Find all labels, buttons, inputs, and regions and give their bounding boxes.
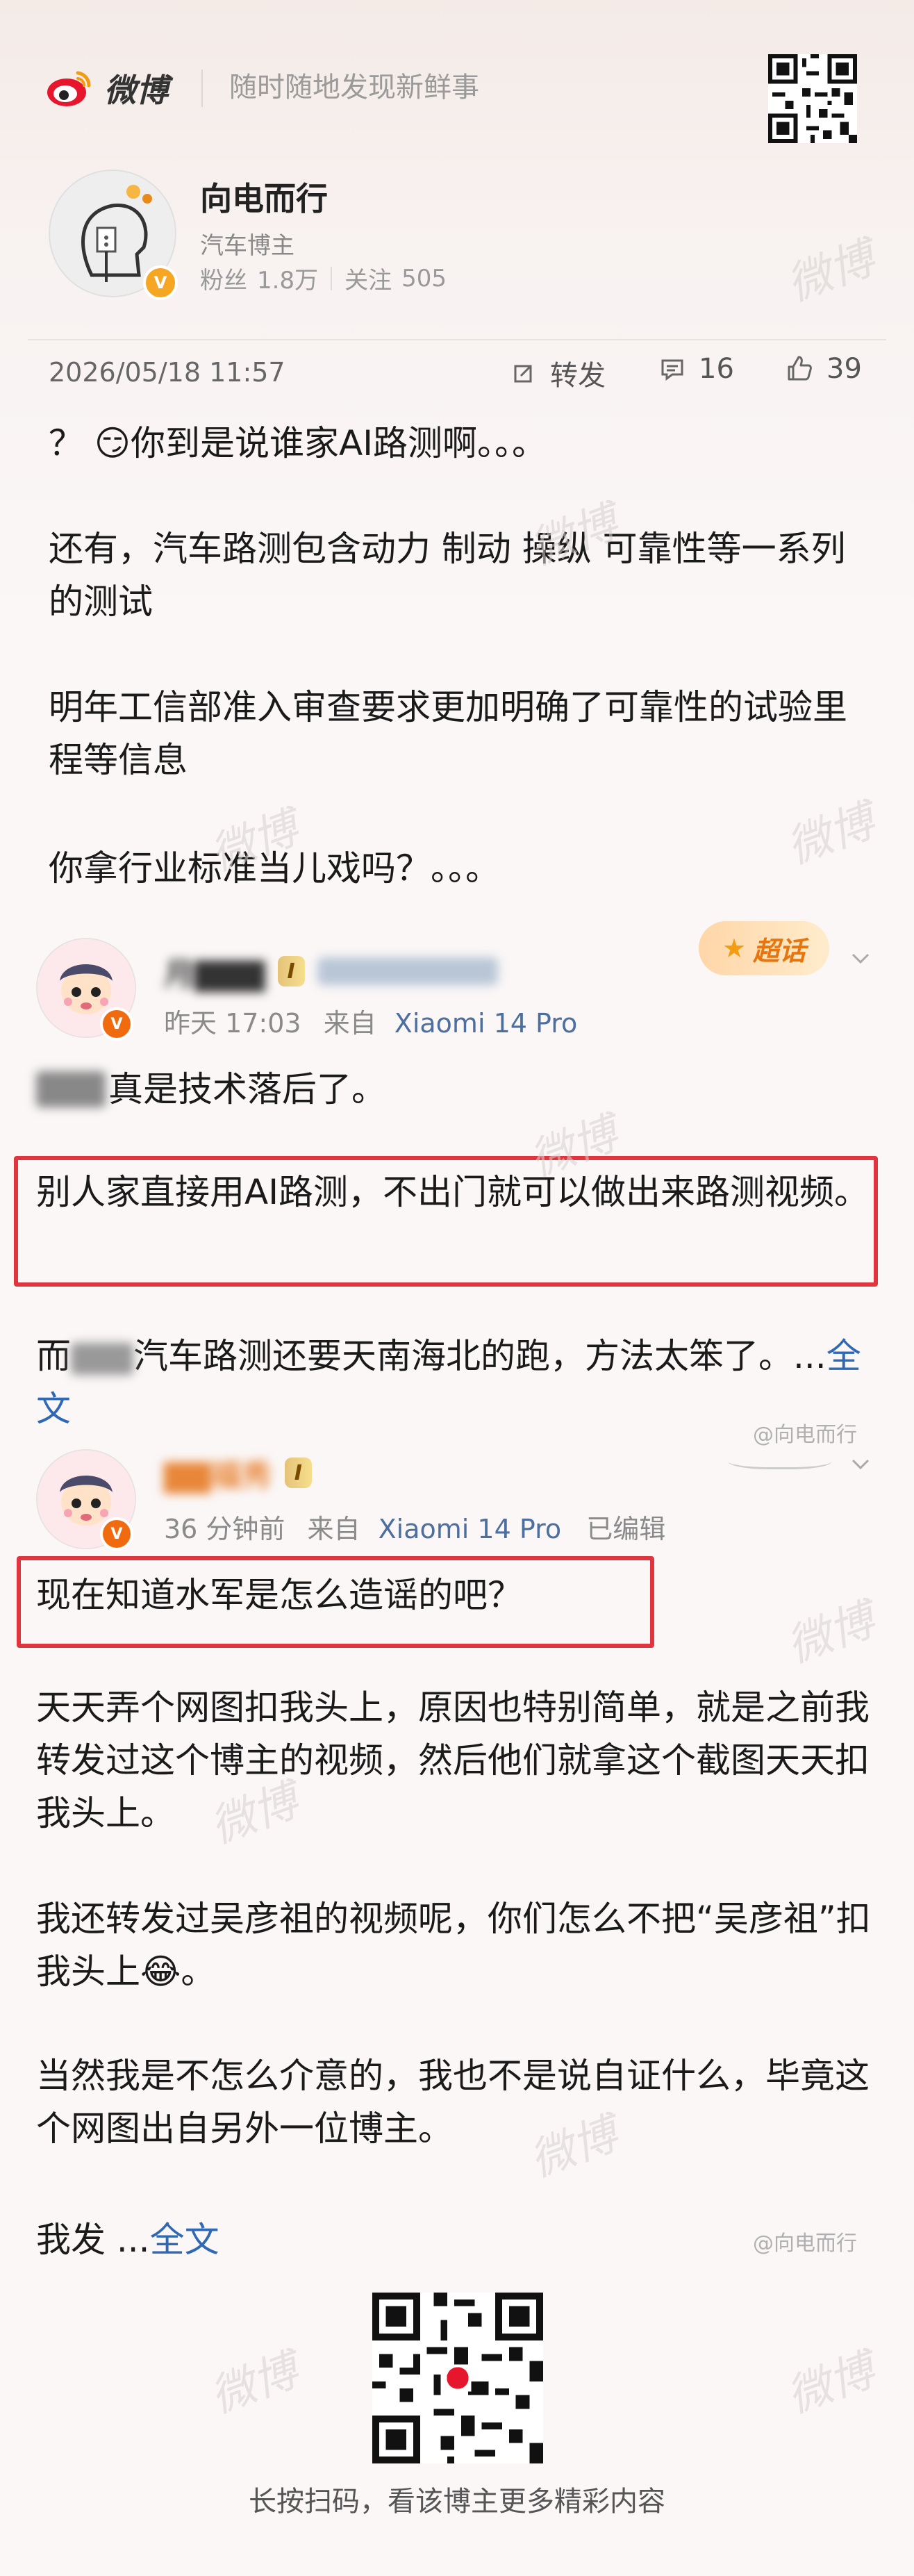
brand-name: 微博 [104,72,168,109]
weibo-watermark: 微博 [203,2344,305,2424]
post-paragraph-3: 明年工信部准入审查要求更加明确了可靠性的试验里程等信息 [49,687,847,780]
post-paragraph-4: 你拿行业标准当儿戏吗？。。。 [49,848,500,889]
stats-divider [331,266,333,290]
comment1-redacted-name [71,1342,133,1375]
supertopic-badge[interactable]: ★ 超话 [699,921,830,975]
author-stats: 粉丝 1.8万 关注 505 [200,261,447,295]
comment2-username[interactable]: ▇▇福秀 [164,1451,272,1495]
weibo-logo: 微博 [44,64,168,113]
comment2-header: ▇▇福秀 I [164,1451,312,1495]
followers-count: 1.8万 [257,267,319,295]
comment1-time: 昨天 17:03 [164,1008,301,1039]
comment1-username[interactable]: 月▇▇▇ [164,949,265,993]
comment2-chevron-down-icon[interactable] [849,1452,872,1476]
comment1-meta: 昨天 17:03 来自 Xiaomi 14 Pro [164,1002,577,1040]
comment-button[interactable]: 16 [658,353,734,385]
repost-button[interactable]: 转发 [510,353,606,393]
author-description: 汽车博主 [200,232,294,260]
comment1-chevron-down-icon[interactable] [849,946,872,970]
followers-label: 粉丝 [200,267,247,295]
following-count: 505 [401,264,447,292]
qr-code-bottom[interactable] [372,2293,543,2463]
comment2-edited-label: 已编辑 [586,1514,666,1544]
comment1-level-badge: I [277,956,305,986]
comment2-time: 36 分钟前 [164,1514,285,1544]
footer-hint: 长按扫码，看该博主更多精彩内容 [249,2486,665,2518]
divider-line [28,339,886,340]
comment2-paragraph-1: 天天弄个网图扣我头上，原因也特别简单，就是之前我转发过这个博主的视频，然后他们就… [36,1687,870,1833]
post-timestamp: 2026/05/18 11:57 [49,357,285,388]
comment2-watermark: @向电而行 [753,2231,857,2256]
comment2-paragraph-4: 我发 ...全文 [36,2213,878,2266]
comment1-line3-text: 汽车路测还要天南海北的跑，方法太笨了。... [133,1336,826,1376]
comment1-line1: 真是技术落后了。 [36,1063,878,1116]
comment2-p4-text: 我发 ... [36,2220,150,2260]
comment2-level-badge: I [284,1458,312,1488]
weibo-eye-icon [47,71,91,106]
comment1-header: 月▇▇▇ I [164,949,498,993]
comment-count: 16 [699,353,734,385]
comment2-paragraph-2: 我还转发过吴彦祖的视频呢，你们怎么不把“吴彦祖”扣我头上😂。 [36,1899,871,1992]
comment2-device: Xiaomi 14 Pro [378,1514,562,1544]
author-name[interactable]: 向电而行 [200,174,328,220]
like-button[interactable]: 39 [785,353,862,385]
comment2-full-text-link[interactable]: 全文 [150,2220,219,2260]
qr-code-top[interactable] [768,54,857,143]
comment2-meta: 36 分钟前 来自 Xiaomi 14 Pro 已编辑 [164,1508,665,1546]
repost-label: 转发 [550,360,606,392]
post-paragraph-2: 还有，汽车路测包含动力 制动 操纵 可靠性等一系列的测试 [49,529,846,622]
comment1-from-label: 来自 [323,1008,376,1039]
comment2-highlight-text: 现在知道水军是怎么造谣的吧？ [36,1575,522,1615]
comment2-verified-icon: V [100,1517,133,1551]
like-count: 39 [826,353,862,385]
header-divider [201,69,203,107]
supertopic-label: 超话 [753,935,806,966]
comment1-highlight-text: 别人家直接用AI路测，不出门就可以做出来路测视频。 [36,1172,869,1212]
comment1-device: Xiaomi 14 Pro [394,1008,578,1039]
verified-badge-icon: V [143,265,178,300]
comment2-paragraph-3: 当然我是不怎么介意的，我也不是说自证什么，毕竟这个网图出自另外一位博主。 [36,2056,870,2149]
slogan: 随时随地发现新鲜事 [229,72,479,104]
comment1-verified-icon: V [100,1007,133,1041]
thumbs-up-icon [788,356,812,381]
comment1-extra-badges [317,957,498,985]
weibo-watermark: 微博 [780,2344,881,2424]
comment2-doodle [728,1449,832,1469]
comment-icon [661,359,683,381]
star-icon: ★ [722,933,747,964]
comment1-line3-prefix: 而 [36,1336,71,1376]
comment1-line3: 而汽车路测还要天南海北的跑，方法太笨了。...全文 [36,1330,878,1435]
comment2-from-label: 来自 [307,1514,360,1544]
repost-icon [514,365,532,383]
following-label: 关注 [344,267,392,295]
comment1-line1-text: 真是技术落后了。 [108,1069,386,1109]
comment1-redacted-brand [36,1071,106,1107]
comment1-watermark: @向电而行 [753,1423,857,1447]
post-paragraph-1: ？ 😏你到是说谁家AI路测啊。。。 [49,423,547,463]
